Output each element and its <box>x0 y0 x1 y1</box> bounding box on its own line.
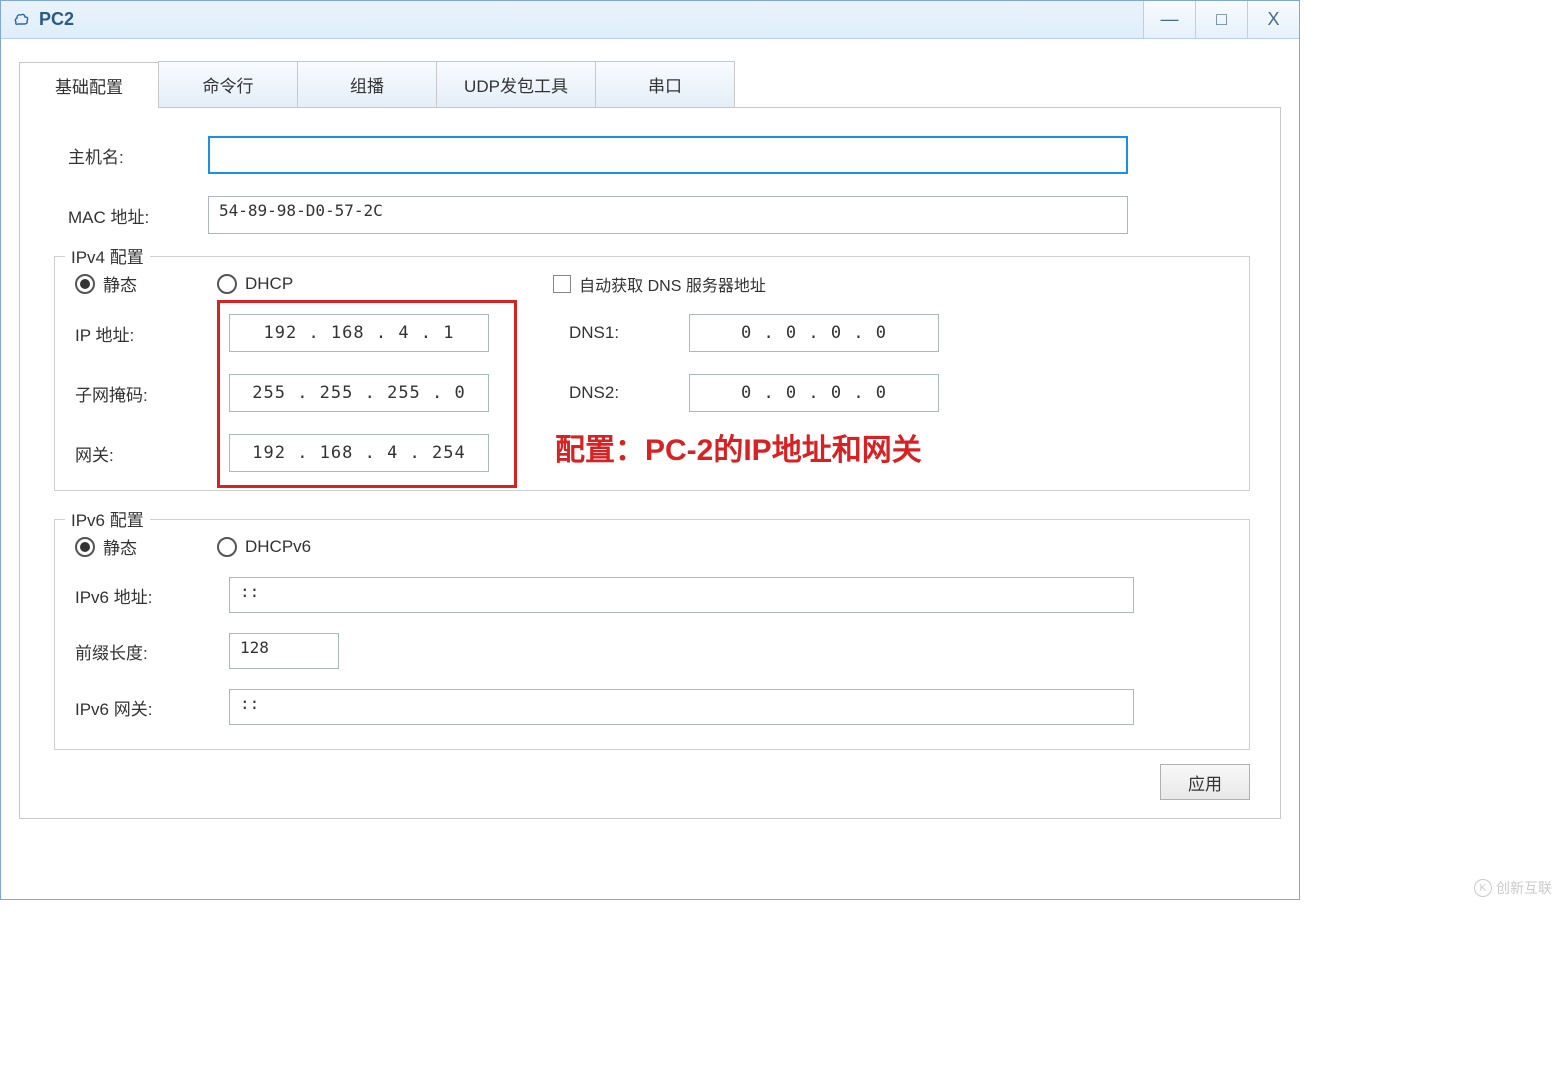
radio-ipv4-static[interactable] <box>75 274 95 294</box>
ip-address-input[interactable]: 192 . 168 . 4 . 1 <box>229 314 489 352</box>
maximize-button[interactable]: □ <box>1195 1 1247 38</box>
tab-cli[interactable]: 命令行 <box>158 61 298 107</box>
radio-ipv6-dhcpv6[interactable] <box>217 537 237 557</box>
apply-button[interactable]: 应用 <box>1160 764 1250 800</box>
tab-multicast[interactable]: 组播 <box>297 61 437 107</box>
ipv6-prefix-label: 前缀长度: <box>69 639 229 664</box>
watermark: K 创新互联 <box>1474 878 1552 898</box>
mac-label: MAC 地址: <box>68 203 208 228</box>
row-mac: MAC 地址: 54-89-98-D0-57-2C <box>68 196 1250 234</box>
radio-ipv6-static-label: 静态 <box>103 534 137 559</box>
dns2-input[interactable]: 0 . 0 . 0 . 0 <box>689 374 939 412</box>
row-ipv6-prefix: 前缀长度: 128 <box>69 633 1235 669</box>
tabs-row: 基础配置 命令行 组播 UDP发包工具 串口 <box>19 61 1281 108</box>
ipv6-gateway-label: IPv6 网关: <box>69 695 229 720</box>
dns1-input[interactable]: 0 . 0 . 0 . 0 <box>689 314 939 352</box>
tab-udp-tool[interactable]: UDP发包工具 <box>436 61 596 107</box>
ipv6-mode-row: 静态 DHCPv6 <box>69 534 1235 559</box>
gateway-input[interactable]: 192 . 168 . 4 . 254 <box>229 434 489 472</box>
row-ipv6-gateway: IPv6 网关: :: <box>69 689 1235 725</box>
row-ipv6-addr: IPv6 地址: :: <box>69 577 1235 613</box>
mac-input[interactable]: 54-89-98-D0-57-2C <box>208 196 1128 234</box>
titlebar: PC2 — □ X <box>1 1 1299 39</box>
ipv6-address-input[interactable]: :: <box>229 577 1134 613</box>
ipv6-legend: IPv6 配置 <box>65 506 150 531</box>
annotation-text: 配置：PC-2的IP地址和网关 <box>555 425 922 469</box>
subnet-mask-input[interactable]: 255 . 255 . 255 . 0 <box>229 374 489 412</box>
radio-ipv4-static-label: 静态 <box>103 271 137 296</box>
radio-ipv6-dhcpv6-label: DHCPv6 <box>245 537 311 557</box>
checkbox-auto-dns[interactable] <box>553 275 571 293</box>
radio-ipv6-static[interactable] <box>75 537 95 557</box>
ipv4-mode-row: 静态 DHCP 自动获取 DNS 服务器地址 <box>69 271 1235 296</box>
window-controls: — □ X <box>1143 1 1299 38</box>
auto-dns-label: 自动获取 DNS 服务器地址 <box>579 272 766 296</box>
ipv4-fieldset: IPv4 配置 静态 DHCP 自动获取 DNS 服务器地址 IP 地址: 19… <box>54 256 1250 491</box>
hostname-label: 主机名: <box>68 143 208 168</box>
ipv6-fieldset: IPv6 配置 静态 DHCPv6 IPv6 地址: :: 前缀长度: 128 … <box>54 519 1250 750</box>
tab-serial[interactable]: 串口 <box>595 61 735 107</box>
app-icon <box>11 10 31 30</box>
ip-address-label: IP 地址: <box>69 321 209 346</box>
radio-ipv4-dhcp-label: DHCP <box>245 274 293 294</box>
tab-content-basic: 主机名: MAC 地址: 54-89-98-D0-57-2C IPv4 配置 静… <box>19 108 1281 819</box>
close-button[interactable]: X <box>1247 1 1299 38</box>
window-title: PC2 <box>39 9 74 30</box>
ipv6-gateway-input[interactable]: :: <box>229 689 1134 725</box>
radio-ipv4-dhcp[interactable] <box>217 274 237 294</box>
gateway-label: 网关: <box>69 441 209 466</box>
watermark-text: 创新互联 <box>1496 878 1552 898</box>
ipv6-address-label: IPv6 地址: <box>69 583 229 608</box>
row-hostname: 主机名: <box>68 136 1250 174</box>
dns2-label: DNS2: <box>529 383 689 403</box>
apply-row: 应用 <box>68 764 1250 800</box>
hostname-input[interactable] <box>208 136 1128 174</box>
dns1-label: DNS1: <box>529 323 689 343</box>
ipv6-prefix-input[interactable]: 128 <box>229 633 339 669</box>
app-window: PC2 — □ X 基础配置 命令行 组播 UDP发包工具 串口 主机名: MA… <box>0 0 1300 900</box>
minimize-button[interactable]: — <box>1143 1 1195 38</box>
watermark-icon: K <box>1474 879 1492 897</box>
client-area: 基础配置 命令行 组播 UDP发包工具 串口 主机名: MAC 地址: 54-8… <box>1 39 1299 837</box>
ipv4-legend: IPv4 配置 <box>65 243 150 268</box>
tab-basic-config[interactable]: 基础配置 <box>19 62 159 108</box>
subnet-mask-label: 子网掩码: <box>69 381 209 406</box>
